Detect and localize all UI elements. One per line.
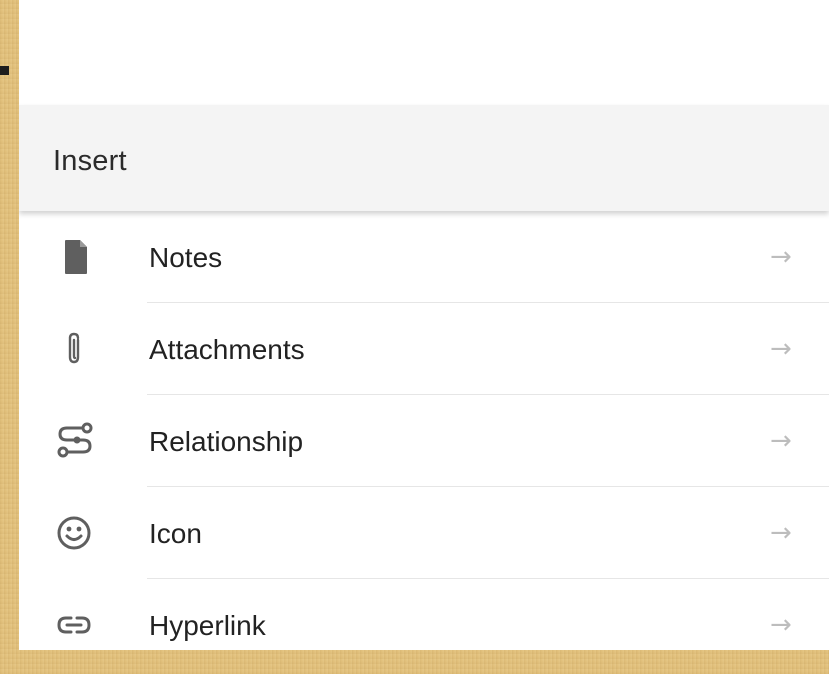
- arrow-right-icon: →: [770, 426, 792, 456]
- menu-item-label: Notes: [149, 242, 223, 273]
- note-icon: [53, 235, 97, 279]
- smiley-icon: [53, 511, 97, 555]
- menu-item-label: Hyperlink: [149, 610, 266, 641]
- relationship-icon: [53, 419, 97, 463]
- link-icon: [53, 603, 97, 647]
- arrow-right-icon: →: [770, 334, 792, 364]
- paperclip-icon: [53, 327, 97, 371]
- insert-header: Insert: [19, 105, 829, 211]
- arrow-right-icon: →: [770, 610, 792, 640]
- menu-item-attachments[interactable]: Attachments →: [19, 303, 829, 395]
- insert-menu-list: Notes → Attachments → Relationship → Ico…: [19, 211, 829, 650]
- menu-item-hyperlink[interactable]: Hyperlink →: [19, 579, 829, 650]
- arrow-right-icon: →: [770, 518, 792, 548]
- menu-item-icon[interactable]: Icon →: [19, 487, 829, 579]
- menu-item-notes[interactable]: Notes →: [19, 211, 829, 303]
- menu-item-label: Attachments: [149, 334, 305, 365]
- menu-item-label: Icon: [149, 518, 202, 549]
- arrow-right-icon: →: [770, 242, 792, 272]
- insert-panel: Insert Notes → Attachments → Relationshi…: [19, 0, 829, 650]
- panel-top-area: [19, 0, 829, 105]
- corner-marker: [0, 66, 9, 75]
- menu-item-label: Relationship: [149, 426, 304, 457]
- panel-title: Insert: [53, 145, 127, 177]
- menu-item-relationship[interactable]: Relationship →: [19, 395, 829, 487]
